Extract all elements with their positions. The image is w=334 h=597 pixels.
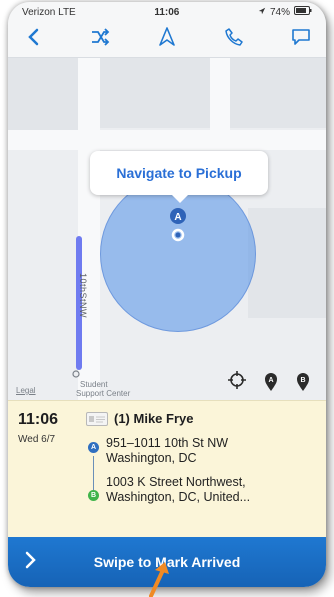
- show-dropoff-button[interactable]: B: [292, 371, 314, 393]
- dropoff-address-line2: Washington, DC, United...: [106, 490, 251, 504]
- student-center-poi: Student Support Center: [66, 370, 130, 398]
- status-time: 11:06: [154, 6, 180, 18]
- pickup-address-line1: 951–1011 10th St NW: [106, 436, 229, 450]
- pickup-address: 951–1011 10th St NW Washington, DC: [106, 436, 228, 466]
- carrier-label: Verizon LTE: [22, 6, 76, 18]
- pickup-date: Wed 6/7: [18, 434, 56, 445]
- dropoff-address-line1: 1003 K Street Northwest,: [106, 475, 246, 489]
- marker-b-icon: B: [297, 373, 309, 391]
- route-connector: [93, 456, 94, 492]
- map-block: [8, 58, 78, 130]
- back-chevron-icon: [26, 28, 40, 51]
- map-block: [248, 208, 326, 318]
- trip-info-panel[interactable]: 11:06 Wed 6/7 (1) Mike Frye A B 951–1011…: [8, 400, 326, 537]
- dropoff-dot-icon: B: [88, 490, 99, 501]
- navigate-to-pickup-callout[interactable]: Navigate to Pickup: [90, 151, 268, 203]
- pickup-time: 11:06: [18, 411, 59, 428]
- poi-icon: [72, 370, 80, 378]
- call-button[interactable]: [219, 25, 249, 55]
- pickup-dot-icon: A: [88, 442, 99, 453]
- street-label: 10thStNW: [78, 273, 88, 319]
- passenger-row: (1) Mike Frye: [86, 411, 193, 426]
- poi-label-line1: Student: [80, 380, 108, 389]
- recenter-button[interactable]: [226, 370, 248, 394]
- callout-label: Navigate to Pickup: [116, 165, 242, 181]
- battery-icon: [294, 6, 312, 18]
- annotation-arrow-icon: [145, 558, 175, 597]
- chat-bubble-icon: [291, 28, 311, 51]
- map-view[interactable]: 10thStNW Navigate to Pickup A Student Su…: [8, 58, 326, 400]
- crossed-arrows-button[interactable]: [85, 25, 115, 55]
- map-block: [100, 58, 210, 128]
- poi-label-line2: Support Center: [76, 389, 131, 398]
- pickup-pin[interactable]: A: [169, 208, 187, 244]
- location-icon: [258, 7, 266, 18]
- passenger-name: (1) Mike Frye: [114, 411, 194, 426]
- crossed-arrows-icon: [90, 28, 110, 51]
- battery-percent: 74%: [269, 6, 290, 18]
- legal-link[interactable]: Legal: [16, 386, 36, 395]
- marker-a-icon: A: [265, 373, 277, 391]
- map-block: [230, 58, 326, 128]
- pickup-address-line2: Washington, DC: [106, 451, 197, 465]
- navigation-arrow-icon: [158, 27, 176, 52]
- id-card-icon: [86, 411, 108, 426]
- phone-icon: [225, 28, 243, 51]
- message-button[interactable]: [286, 25, 316, 55]
- crosshair-icon: [228, 370, 246, 394]
- show-pickup-button[interactable]: A: [260, 371, 282, 393]
- back-button[interactable]: [18, 25, 48, 55]
- top-toolbar: [8, 22, 326, 58]
- navigate-button[interactable]: [152, 25, 182, 55]
- pin-letter: A: [174, 212, 181, 223]
- phone-frame: Verizon LTE 11:06 74% 10thStNW Navigate …: [8, 2, 326, 587]
- dropoff-address: 1003 K Street Northwest, Washington, DC,…: [106, 475, 250, 505]
- map-road: [8, 130, 326, 150]
- status-bar: Verizon LTE 11:06 74%: [8, 2, 326, 22]
- marker-a-letter: A: [268, 377, 273, 384]
- map-road: [210, 58, 230, 150]
- marker-b-letter: B: [300, 377, 305, 384]
